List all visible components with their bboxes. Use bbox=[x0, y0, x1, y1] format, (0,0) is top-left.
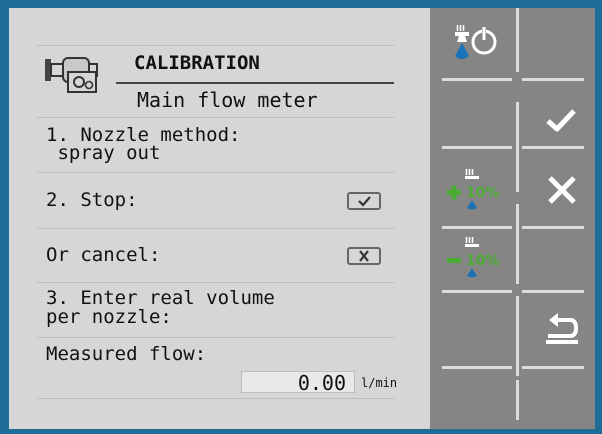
cancel-checkbox[interactable] bbox=[347, 247, 381, 265]
screen-frame: CALIBRATION Main flow meter 1. Nozzle me… bbox=[0, 0, 602, 434]
svg-text:III: III bbox=[465, 168, 474, 177]
back-button[interactable] bbox=[540, 310, 584, 348]
softkey-row-divider bbox=[522, 290, 584, 293]
step1-value: spray out bbox=[46, 142, 161, 164]
flow-unit: l/min bbox=[361, 376, 398, 390]
confirm-button[interactable] bbox=[540, 104, 584, 136]
divider bbox=[37, 282, 394, 283]
stop-checkbox[interactable] bbox=[347, 192, 381, 210]
cross-icon bbox=[359, 250, 369, 262]
softkey-row-divider bbox=[522, 146, 584, 149]
nozzle-minus-10-percent-icon: III 10% bbox=[447, 236, 500, 278]
step3-label-cont: per nozzle: bbox=[46, 306, 172, 328]
divider bbox=[37, 337, 394, 338]
divider bbox=[37, 172, 394, 173]
calibration-panel: CALIBRATION Main flow meter 1. Nozzle me… bbox=[9, 8, 430, 429]
softkey-row-divider bbox=[442, 78, 512, 81]
measured-flow-value: 0.00 bbox=[297, 371, 346, 395]
checkmark-icon bbox=[546, 109, 576, 132]
percent-label: 10% bbox=[466, 185, 500, 201]
check-icon bbox=[358, 196, 371, 207]
nozzle-power-icon: III bbox=[455, 24, 497, 59]
softkey-panel: III III 10% III 10% bbox=[430, 8, 595, 429]
close-icon bbox=[548, 176, 576, 204]
title-underline bbox=[116, 82, 394, 84]
softkey-column-divider bbox=[516, 102, 519, 192]
page-title: CALIBRATION bbox=[134, 52, 260, 74]
softkey-row-divider bbox=[522, 226, 584, 229]
softkey-column-divider bbox=[516, 380, 519, 420]
sprayer-power-button[interactable]: III bbox=[446, 22, 506, 62]
softkey-column-divider bbox=[516, 8, 519, 72]
softkey-row-divider bbox=[522, 366, 584, 369]
divider bbox=[37, 45, 394, 46]
svg-text:III: III bbox=[465, 236, 474, 245]
divider bbox=[37, 117, 394, 118]
softkey-row-divider bbox=[522, 78, 584, 81]
softkey-row-divider bbox=[442, 226, 512, 229]
measured-flow-label: Measured flow: bbox=[46, 343, 207, 365]
cancel-label: Or cancel: bbox=[46, 244, 161, 266]
undo-arrow-icon bbox=[546, 313, 579, 344]
softkey-row-divider bbox=[442, 366, 512, 369]
increase-10-percent-button[interactable]: III 10% bbox=[444, 166, 506, 210]
svg-text:10%: 10% bbox=[466, 253, 500, 269]
softkey-column-divider bbox=[516, 204, 519, 284]
softkey-row-divider bbox=[442, 146, 512, 149]
measured-flow-field[interactable]: 0.00 bbox=[241, 371, 355, 393]
flow-meter-icon bbox=[44, 52, 102, 96]
nozzle-plus-10-percent-icon: III 10% bbox=[447, 168, 500, 210]
screen: CALIBRATION Main flow meter 1. Nozzle me… bbox=[9, 8, 595, 429]
step2-label: 2. Stop: bbox=[46, 189, 138, 211]
divider bbox=[37, 398, 394, 399]
divider bbox=[37, 228, 394, 229]
decrease-10-percent-button[interactable]: III 10% bbox=[444, 234, 506, 278]
roman-label: III bbox=[456, 24, 465, 33]
softkey-row-divider bbox=[442, 290, 512, 293]
softkey-column-divider bbox=[516, 296, 519, 376]
page-subtitle: Main flow meter bbox=[137, 88, 318, 112]
cancel-button[interactable] bbox=[540, 172, 584, 208]
